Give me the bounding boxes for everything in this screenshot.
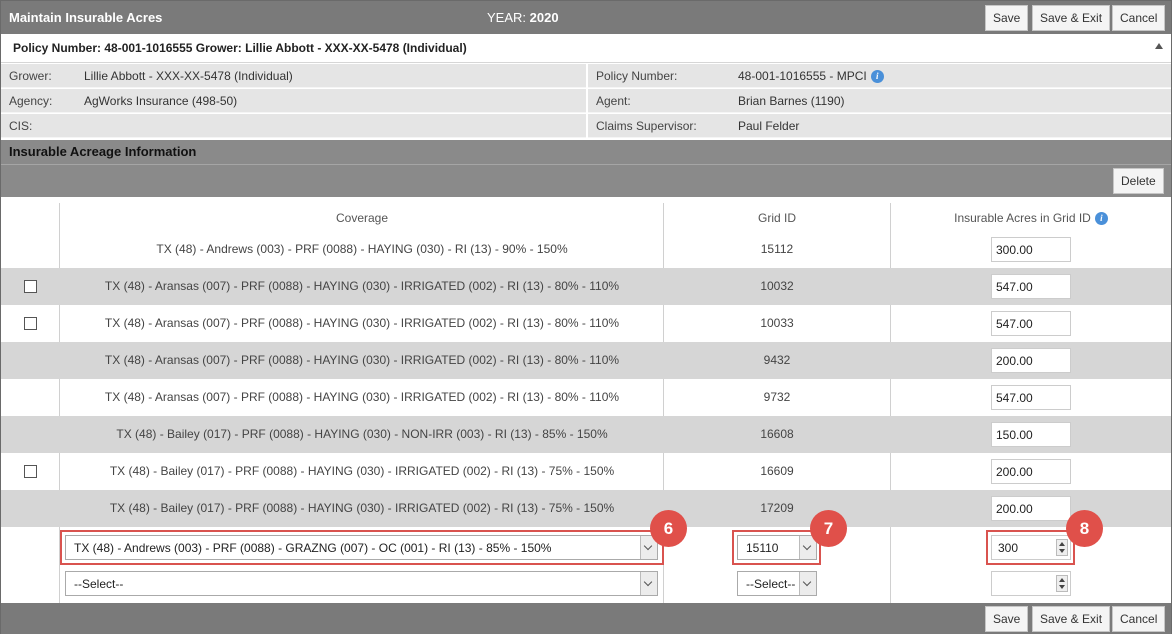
footer-bar: Save Save & Exit Cancel bbox=[1, 603, 1171, 634]
cis-cell: CIS: bbox=[1, 114, 586, 138]
table-row: TX (48) - Andrews (003) - PRF (0088) - H… bbox=[1, 231, 1171, 268]
grid-id-cell: 16608 bbox=[760, 427, 794, 441]
coverage-cell: TX (48) - Andrews (003) - PRF (0088) - H… bbox=[156, 242, 568, 256]
claims-supervisor-cell: Claims Supervisor: Paul Felder bbox=[588, 114, 1171, 138]
coverage-cell: TX (48) - Aransas (007) - PRF (0088) - H… bbox=[104, 353, 620, 367]
table-row: TX (48) - Aransas (007) - PRF (0088) - H… bbox=[1, 342, 1171, 379]
info-icon[interactable]: i bbox=[1094, 212, 1108, 226]
grid-id-cell: 16609 bbox=[760, 464, 794, 478]
save-exit-button-top[interactable]: Save & Exit bbox=[1032, 5, 1111, 31]
agency-cell: Agency: AgWorks Insurance (498-50) bbox=[1, 89, 586, 113]
spin-arrows-icon[interactable] bbox=[1056, 539, 1068, 556]
coverage-cell: TX (48) - Bailey (017) - PRF (0088) - HA… bbox=[116, 427, 608, 441]
acres-input[interactable]: 300.00 bbox=[991, 237, 1071, 262]
grower-cell: Grower: Lillie Abbott - XXX-XX-5478 (Ind… bbox=[1, 64, 586, 88]
row-checkbox[interactable] bbox=[24, 465, 37, 478]
table-toolbar: Delete bbox=[1, 164, 1171, 197]
policy-number-value: 48-001-1016555 - MPCI bbox=[738, 69, 867, 83]
coverage-select-value: TX (48) - Andrews (003) - PRF (0088) - G… bbox=[74, 541, 552, 555]
grid-id-select-value: 15110 bbox=[746, 541, 779, 555]
year-value: 2020 bbox=[529, 10, 559, 25]
acres-stepper-value: 300 bbox=[998, 541, 1019, 555]
acres-input[interactable]: 547.00 bbox=[991, 385, 1071, 410]
table-row: TX (48) - Bailey (017) - PRF (0088) - HA… bbox=[1, 416, 1171, 453]
save-button-top[interactable]: Save bbox=[985, 5, 1029, 31]
column-header-acres-label: Insurable Acres in Grid ID bbox=[954, 211, 1091, 225]
table-row: TX (48) - Aransas (007) - PRF (0088) - H… bbox=[1, 268, 1171, 305]
acreage-table: Coverage Grid ID Insurable Acres in Grid… bbox=[1, 197, 1171, 603]
coverage-cell: TX (48) - Bailey (017) - PRF (0088) - HA… bbox=[109, 501, 615, 515]
column-header-acres: Insurable Acres in Grid ID i bbox=[891, 211, 1171, 226]
table-row: TX (48) - Bailey (017) - PRF (0088) - HA… bbox=[1, 490, 1171, 527]
window-title: Maintain Insurable Acres bbox=[9, 10, 163, 25]
grid-id-select-blank[interactable]: --Select-- bbox=[737, 571, 817, 596]
save-exit-button-bottom[interactable]: Save & Exit bbox=[1032, 606, 1111, 632]
acres-input[interactable]: 547.00 bbox=[991, 274, 1071, 299]
table-row: TX (48) - Aransas (007) - PRF (0088) - H… bbox=[1, 379, 1171, 416]
grid-id-cell: 9432 bbox=[763, 353, 791, 367]
agency-value: AgWorks Insurance (498-50) bbox=[84, 94, 238, 108]
policy-number-label: Policy Number: bbox=[596, 69, 678, 83]
claims-supervisor-value: Paul Felder bbox=[738, 119, 800, 133]
delete-button[interactable]: Delete bbox=[1113, 168, 1164, 194]
row-checkbox[interactable] bbox=[24, 280, 37, 293]
save-button-bottom[interactable]: Save bbox=[985, 606, 1029, 632]
step-badge-6: 6 bbox=[650, 510, 687, 547]
policy-number-field: 48-001-1016555 - MPCI i bbox=[738, 69, 884, 84]
acres-input[interactable]: 547.00 bbox=[991, 311, 1071, 336]
row-checkbox[interactable] bbox=[24, 317, 37, 330]
grid-id-cell: 10033 bbox=[760, 316, 794, 330]
coverage-select[interactable]: TX (48) - Andrews (003) - PRF (0088) - G… bbox=[65, 535, 658, 560]
acres-input[interactable]: 200.00 bbox=[991, 348, 1071, 373]
grid-id-cell: 10032 bbox=[760, 279, 794, 293]
acres-stepper[interactable]: 300 bbox=[991, 535, 1071, 560]
acres-stepper-blank[interactable] bbox=[991, 571, 1071, 596]
cis-label: CIS: bbox=[9, 119, 33, 133]
acres-input[interactable]: 150.00 bbox=[991, 422, 1071, 447]
grower-value: Lillie Abbott - XXX-XX-5478 (Individual) bbox=[84, 69, 293, 83]
table-row: TX (48) - Aransas (007) - PRF (0088) - H… bbox=[1, 305, 1171, 342]
coverage-cell: TX (48) - Bailey (017) - PRF (0088) - HA… bbox=[109, 464, 615, 478]
chevron-down-icon[interactable] bbox=[799, 572, 816, 595]
coverage-select-blank-value: --Select-- bbox=[74, 577, 124, 591]
chevron-down-icon[interactable] bbox=[640, 572, 657, 595]
agency-label: Agency: bbox=[9, 94, 53, 108]
policy-header[interactable]: Policy Number: 48-001-1016555 Grower: Li… bbox=[1, 34, 1171, 63]
acres-input[interactable]: 200.00 bbox=[991, 459, 1071, 484]
info-icon[interactable]: i bbox=[870, 70, 884, 84]
column-header-coverage: Coverage bbox=[335, 211, 389, 225]
cancel-button-top[interactable]: Cancel bbox=[1112, 5, 1166, 31]
coverage-select-blank[interactable]: --Select-- bbox=[65, 571, 658, 596]
spin-arrows-icon[interactable] bbox=[1056, 575, 1068, 592]
grid-id-cell: 9732 bbox=[763, 390, 791, 404]
grid-id-cell: 17209 bbox=[760, 501, 794, 515]
acres-input[interactable]: 200.00 bbox=[991, 496, 1071, 521]
agent-cell: Agent: Brian Barnes (1190) bbox=[588, 89, 1171, 113]
column-header-grid-id: Grid ID bbox=[757, 211, 796, 225]
section-header: Insurable Acreage Information bbox=[1, 140, 1171, 164]
grid-id-cell: 15112 bbox=[760, 242, 794, 256]
step-badge-7: 7 bbox=[810, 510, 847, 547]
agent-label: Agent: bbox=[596, 94, 631, 108]
year-label: YEAR: bbox=[487, 10, 527, 25]
agent-value: Brian Barnes (1190) bbox=[738, 94, 845, 108]
step-badge-8: 8 bbox=[1066, 510, 1103, 547]
claims-supervisor-label: Claims Supervisor: bbox=[596, 119, 697, 133]
grid-id-select[interactable]: 15110 bbox=[737, 535, 817, 560]
grid-id-select-blank-value: --Select-- bbox=[746, 577, 796, 591]
collapse-caret-icon[interactable] bbox=[1155, 43, 1163, 49]
maintain-insurable-acres-window: Maintain Insurable Acres YEAR: 2020 Save… bbox=[0, 0, 1172, 634]
policy-info-grid: Grower: Lillie Abbott - XXX-XX-5478 (Ind… bbox=[1, 63, 1171, 139]
section-title: Insurable Acreage Information bbox=[9, 144, 197, 159]
coverage-cell: TX (48) - Aransas (007) - PRF (0088) - H… bbox=[104, 316, 620, 330]
year-indicator: YEAR: 2020 bbox=[487, 10, 559, 25]
coverage-cell: TX (48) - Aransas (007) - PRF (0088) - H… bbox=[104, 279, 620, 293]
coverage-cell: TX (48) - Aransas (007) - PRF (0088) - H… bbox=[104, 390, 620, 404]
table-row: TX (48) - Bailey (017) - PRF (0088) - HA… bbox=[1, 453, 1171, 490]
cancel-button-bottom[interactable]: Cancel bbox=[1112, 606, 1166, 632]
title-bar: Maintain Insurable Acres YEAR: 2020 Save… bbox=[1, 1, 1171, 34]
grower-label: Grower: bbox=[9, 69, 52, 83]
policy-number-cell: Policy Number: 48-001-1016555 - MPCI i bbox=[588, 64, 1171, 88]
policy-header-text: Policy Number: 48-001-1016555 Grower: Li… bbox=[13, 41, 467, 55]
